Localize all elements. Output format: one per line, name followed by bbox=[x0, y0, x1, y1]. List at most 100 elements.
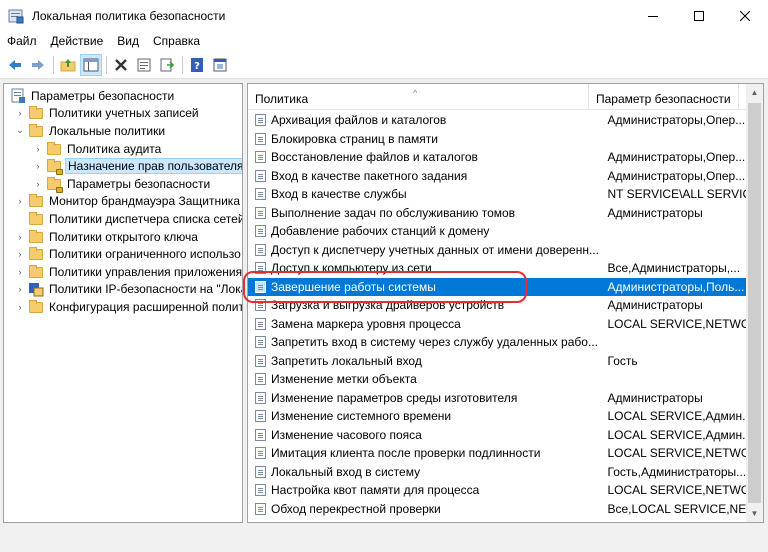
tree-item[interactable]: Политики диспетчера списка сетей bbox=[14, 210, 243, 228]
policy-row[interactable]: Добавление рабочих станций к домену bbox=[248, 222, 748, 241]
policy-name: Имитация клиента после проверки подлинно… bbox=[271, 446, 541, 461]
policy-icon bbox=[254, 169, 268, 183]
policy-icon bbox=[254, 224, 268, 238]
policy-value: LOCAL SERVICE,Админ... bbox=[607, 427, 749, 442]
forward-button[interactable] bbox=[27, 54, 49, 76]
policy-row[interactable]: Вход в качестве пакетного задания Админис… bbox=[248, 167, 748, 186]
minimize-button[interactable] bbox=[630, 0, 676, 31]
vertical-scrollbar[interactable]: ▲ ▼ bbox=[746, 84, 763, 522]
toolbar: ? bbox=[0, 51, 768, 79]
column-header-policy[interactable]: ^ Политика bbox=[248, 84, 589, 110]
policy-row[interactable]: Изменение системного времени LOCAL SERVIC… bbox=[248, 407, 748, 426]
policy-row[interactable]: Локальный вход в систему Гость,Администра… bbox=[248, 463, 748, 482]
expanded-chevron-icon[interactable]: ⌄ bbox=[14, 125, 26, 137]
policy-row[interactable]: Имитация клиента после проверки подлинно… bbox=[248, 444, 748, 463]
policy-name: Обход перекрестной проверки bbox=[271, 501, 441, 516]
folder-icon bbox=[28, 105, 44, 121]
help-button[interactable]: ? bbox=[186, 54, 208, 76]
collapsed-chevron-icon[interactable]: › bbox=[14, 301, 26, 313]
close-button[interactable] bbox=[722, 0, 768, 31]
policy-row[interactable]: Восстановление файлов и каталогов Админис… bbox=[248, 148, 748, 167]
policy-row[interactable]: Вход в качестве службы NT SERVICE\ALL SER… bbox=[248, 185, 748, 204]
policy-row[interactable]: Настройка квот памяти для процесса LOCAL … bbox=[248, 481, 748, 500]
tree-item[interactable]: › Политики управления приложения bbox=[14, 263, 242, 281]
tree-item[interactable]: › Политики IP-безопасности на "Лока bbox=[14, 281, 242, 299]
collapsed-chevron-icon[interactable]: › bbox=[14, 195, 26, 207]
tree-item[interactable]: ⌄ Локальные политики bbox=[14, 122, 167, 140]
tree-item[interactable]: › Политики открытого ключа bbox=[14, 228, 200, 246]
up-folder-button[interactable] bbox=[57, 54, 79, 76]
ipsec-icon bbox=[28, 281, 44, 297]
tree-item[interactable]: Параметры безопасности bbox=[8, 87, 176, 105]
policy-icon bbox=[254, 391, 268, 405]
policy-name: Архивация файлов и каталогов bbox=[271, 113, 447, 128]
show-hide-console-tree-button[interactable] bbox=[80, 53, 102, 76]
back-button[interactable] bbox=[4, 54, 26, 76]
policy-icon bbox=[254, 132, 268, 146]
policy-name: Вход в качестве службы bbox=[271, 187, 407, 202]
policy-icon bbox=[254, 150, 268, 164]
policy-icon bbox=[254, 317, 268, 331]
menu-view[interactable]: Вид bbox=[110, 31, 146, 51]
policy-value: Все,Администраторы,... bbox=[607, 261, 741, 276]
collapsed-chevron-icon[interactable]: › bbox=[14, 266, 26, 278]
policy-row[interactable]: Архивация файлов и каталогов Администрато… bbox=[248, 111, 748, 130]
menu-action[interactable]: Действие bbox=[44, 31, 111, 51]
console-tree[interactable]: Параметры безопасности › Политики учетных … bbox=[3, 83, 243, 523]
properties-button[interactable] bbox=[133, 54, 155, 76]
collapsed-chevron-icon[interactable]: › bbox=[14, 248, 26, 260]
policy-row[interactable]: Изменение метки объекта bbox=[248, 370, 748, 389]
policy-name: Доступ к диспетчеру учетных данных от им… bbox=[271, 242, 599, 257]
collapsed-chevron-icon[interactable]: › bbox=[14, 283, 26, 295]
tree-item[interactable]: › Монитор брандмауэра Защитника W bbox=[14, 193, 242, 211]
column-header-security-setting[interactable]: Параметр безопасности bbox=[589, 84, 739, 110]
highlight-ring bbox=[243, 271, 527, 303]
folder-icon bbox=[28, 193, 44, 209]
collapsed-chevron-icon[interactable]: › bbox=[14, 107, 26, 119]
collapsed-chevron-icon[interactable]: › bbox=[32, 178, 44, 190]
policy-icon bbox=[254, 502, 268, 516]
menu-help[interactable]: Справка bbox=[146, 31, 207, 51]
policy-icon bbox=[254, 428, 268, 442]
tree-item-label: Политики диспетчера списка сетей bbox=[49, 211, 243, 226]
policy-row[interactable]: Обход перекрестной проверки Все,LOCAL SER… bbox=[248, 500, 748, 519]
tree-item[interactable]: › Политика аудита bbox=[32, 140, 163, 158]
export-list-button[interactable] bbox=[156, 54, 178, 76]
scroll-up-arrow-icon[interactable]: ▲ bbox=[746, 84, 763, 101]
collapsed-chevron-icon[interactable]: › bbox=[32, 160, 44, 172]
policy-list[interactable]: ^ Политика Параметр безопасности Архивац… bbox=[247, 83, 764, 523]
tree-item[interactable]: › Параметры безопасности bbox=[32, 175, 212, 193]
list-header: ^ Политика Параметр безопасности bbox=[248, 84, 748, 110]
toolbar-separator bbox=[106, 55, 107, 74]
collapsed-chevron-icon[interactable]: › bbox=[32, 143, 44, 155]
policy-value: Администраторы,Опер... bbox=[607, 113, 746, 128]
policy-row[interactable]: Изменение часового пояса LOCAL SERVICE,Ад… bbox=[248, 426, 748, 445]
policy-row[interactable]: Запретить локальный вход Гость bbox=[248, 352, 748, 371]
policy-row[interactable]: Замена маркера уровня процесса LOCAL SERV… bbox=[248, 315, 748, 334]
folder-icon bbox=[28, 264, 44, 280]
scroll-down-arrow-icon[interactable]: ▼ bbox=[746, 505, 763, 522]
console-window-button[interactable] bbox=[209, 54, 231, 76]
tree-item[interactable]: › Политики ограниченного использо bbox=[14, 245, 242, 263]
policy-row[interactable]: Доступ к диспетчеру учетных данных от им… bbox=[248, 241, 748, 260]
tree-item-label: Политика аудита bbox=[67, 141, 162, 156]
scrollbar-thumb[interactable] bbox=[748, 103, 761, 503]
policy-name: Выполнение задач по обслуживанию томов bbox=[271, 205, 516, 220]
delete-button[interactable] bbox=[110, 54, 132, 76]
menu-file[interactable]: Файл bbox=[0, 31, 44, 51]
tree-item[interactable]: › Назначение прав пользователя bbox=[32, 157, 242, 176]
column-header-policy-label: Политика bbox=[255, 92, 309, 106]
policy-icon bbox=[254, 465, 268, 479]
policy-row[interactable]: Выполнение задач по обслуживанию томов Ад… bbox=[248, 204, 748, 223]
policy-row[interactable]: Изменение параметров среды изготовителя А… bbox=[248, 389, 748, 408]
tree-item[interactable]: › Конфигурация расширенной полит bbox=[14, 298, 242, 316]
policy-row[interactable]: Блокировка страниц в памяти bbox=[248, 130, 748, 149]
policy-icon bbox=[254, 206, 268, 220]
policy-icon bbox=[254, 409, 268, 423]
maximize-button[interactable] bbox=[676, 0, 722, 31]
policy-value: LOCAL SERVICE,NETWO... bbox=[607, 483, 749, 498]
policy-icon bbox=[254, 446, 268, 460]
collapsed-chevron-icon[interactable]: › bbox=[14, 231, 26, 243]
policy-row[interactable]: Запретить вход в систему через службу уд… bbox=[248, 333, 748, 352]
tree-item[interactable]: › Политики учетных записей bbox=[14, 105, 201, 123]
